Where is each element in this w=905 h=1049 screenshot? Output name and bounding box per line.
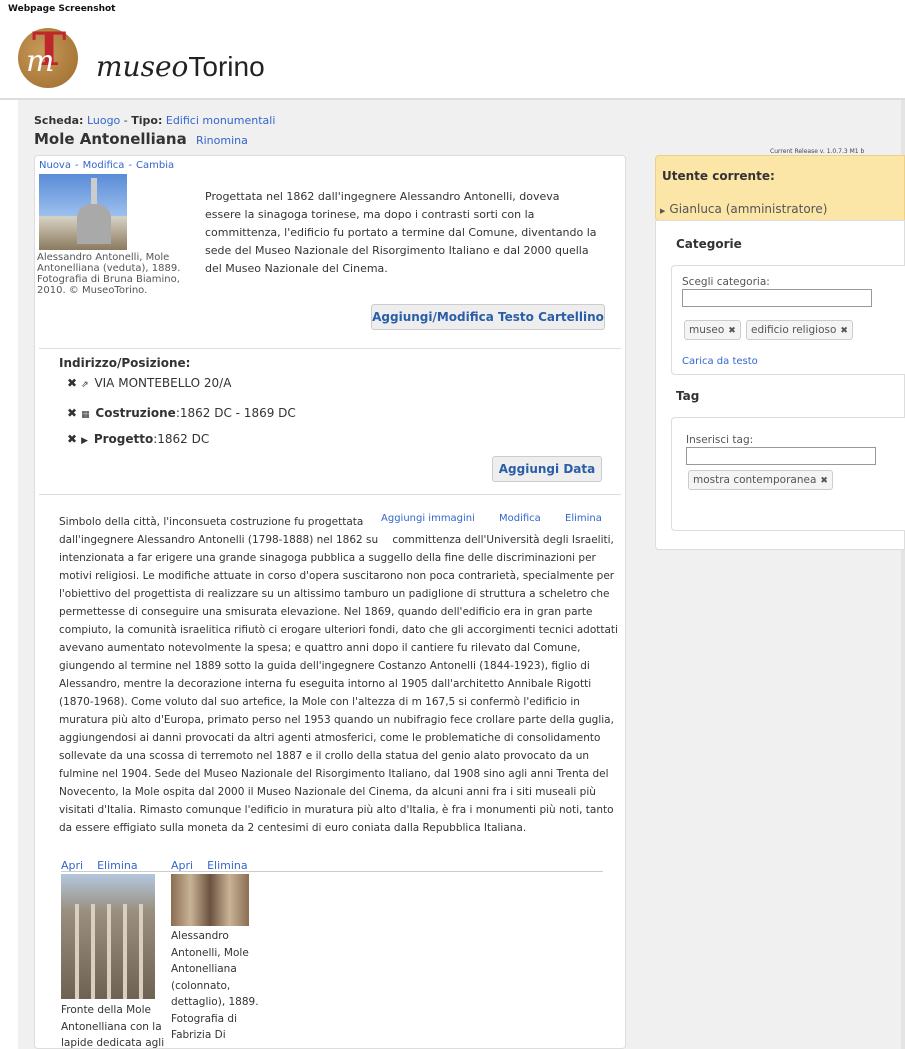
description: Simbolo della città, l'inconsueta costru… bbox=[59, 513, 619, 837]
remove-chip-icon[interactable]: ✖ bbox=[820, 476, 828, 486]
categorie-title: Categorie bbox=[676, 237, 742, 251]
chip-label: edificio religioso bbox=[751, 324, 837, 336]
address-title: Indirizzo/Posizione: bbox=[59, 356, 191, 370]
triangle-right-icon: ▶ bbox=[660, 207, 666, 215]
main-image-caption: Alessandro Antonelli, Mole Antonelliana … bbox=[37, 252, 181, 296]
inserisci-label: Inserisci tag: bbox=[686, 434, 754, 446]
sidebar-card: Categorie Scegli categoria: museo ✖ edifi… bbox=[655, 220, 905, 550]
progetto-label: Progetto bbox=[93, 432, 154, 446]
current-user-title: Utente corrente: bbox=[662, 169, 775, 183]
cambia-link[interactable]: Cambia bbox=[136, 160, 174, 171]
tag-input[interactable] bbox=[686, 447, 876, 465]
carica-da-testo-link[interactable]: Carica da testo bbox=[682, 356, 758, 367]
remove-chip-icon[interactable]: ✖ bbox=[728, 326, 736, 336]
current-user-box: Utente corrente: ▶ Gianluca (amministrato… bbox=[655, 155, 905, 221]
current-user-name-text: Gianluca (amministratore) bbox=[669, 202, 828, 216]
main-card: Nuova - Modifica - Cambia Alessandro Antonel… bbox=[34, 155, 626, 1049]
gallery-caption-fronte: Fronte della Mole Antonelliana con la la… bbox=[61, 1004, 165, 1049]
breadcrumb: Scheda: Luogo - Tipo: Edifici monumental… bbox=[34, 114, 276, 127]
cartellino-button[interactable]: Aggiungi/Modifica Testo Cartellino bbox=[371, 304, 605, 330]
triangle-right-icon: ▶ bbox=[81, 436, 88, 446]
progetto-row: ✖ ▶ Progetto:1862 DC bbox=[67, 432, 209, 446]
costruzione-value: :1862 DC - 1869 DC bbox=[175, 406, 296, 420]
divider bbox=[39, 348, 621, 349]
address-row: ✖ ⇗ VIA MONTEBELLO 20/A bbox=[67, 376, 231, 390]
costruzione-row: ✖ ▦ Costruzione:1862 DC - 1869 DC bbox=[67, 406, 296, 420]
screenshot-label: Webpage Screenshot bbox=[8, 4, 116, 14]
modifica-link[interactable]: Modifica bbox=[83, 160, 125, 171]
external-link-icon[interactable]: ⇗ bbox=[81, 380, 89, 390]
category-chip-edificio: edificio religioso ✖ bbox=[746, 320, 853, 340]
description-lead: Simbolo della città, l'inconsueta costru… bbox=[59, 516, 379, 546]
remove-costruzione-icon[interactable]: ✖ bbox=[67, 406, 77, 420]
chip-label: museo bbox=[689, 324, 725, 336]
site-header: Tm museoTorino bbox=[0, 20, 905, 100]
tag-title: Tag bbox=[676, 389, 700, 403]
image-actions: Nuova - Modifica - Cambia bbox=[39, 160, 175, 171]
tag-box: Inserisci tag: mostra contemporanea ✖ bbox=[671, 417, 905, 531]
progetto-value: :1862 DC bbox=[153, 432, 210, 446]
main-image[interactable] bbox=[39, 174, 127, 250]
tag-chip: mostra contemporanea ✖ bbox=[688, 470, 833, 490]
divider bbox=[39, 494, 621, 495]
category-chip-museo: museo ✖ bbox=[684, 320, 741, 340]
nuova-link[interactable]: Nuova bbox=[39, 160, 71, 171]
categoria-input[interactable] bbox=[682, 289, 872, 307]
scegli-label: Scegli categoria: bbox=[682, 276, 770, 288]
site-logo-text[interactable]: museoTorino bbox=[96, 50, 265, 83]
chip-label: mostra contemporanea bbox=[693, 474, 817, 486]
address-street: VIA MONTEBELLO 20/A bbox=[94, 376, 232, 390]
calendar-icon: ▦ bbox=[81, 410, 90, 420]
release-info: Current Release v. 1.0.7.3 M1 b bbox=[770, 148, 865, 155]
description-body: committenza dell'Università degli Israel… bbox=[59, 534, 618, 834]
remove-progetto-icon[interactable]: ✖ bbox=[67, 432, 77, 446]
remove-address-icon[interactable]: ✖ bbox=[67, 376, 77, 390]
page-title-text: Mole Antonelliana bbox=[34, 130, 187, 148]
gallery-image-fronte[interactable] bbox=[61, 874, 155, 999]
gallery-image-colonnato[interactable] bbox=[171, 874, 249, 926]
scheda-link[interactable]: Luogo bbox=[87, 114, 120, 127]
tipo-label: Tipo: bbox=[131, 114, 163, 127]
intro-text: Progettata nel 1862 dall'ingegnere Aless… bbox=[205, 190, 597, 275]
logo-upright: Torino bbox=[188, 51, 265, 82]
logo-italic: museo bbox=[96, 50, 189, 83]
rename-link[interactable]: Rinomina bbox=[196, 134, 248, 147]
images-divider bbox=[61, 871, 603, 872]
gallery-caption-colonnato: Alessandro Antonelli, Mole Antonelliana … bbox=[171, 930, 259, 1041]
museotorino-logo-icon[interactable]: Tm bbox=[18, 22, 78, 88]
current-user-name[interactable]: ▶ Gianluca (amministratore) bbox=[660, 202, 827, 216]
add-date-button[interactable]: Aggiungi Data bbox=[492, 456, 602, 482]
costruzione-label: Costruzione bbox=[95, 406, 176, 420]
tipo-link[interactable]: Edifici monumentali bbox=[166, 114, 276, 127]
scheda-label: Scheda: bbox=[34, 114, 84, 127]
page-title: Mole Antonelliana Rinomina bbox=[34, 130, 248, 148]
remove-chip-icon[interactable]: ✖ bbox=[840, 326, 848, 336]
